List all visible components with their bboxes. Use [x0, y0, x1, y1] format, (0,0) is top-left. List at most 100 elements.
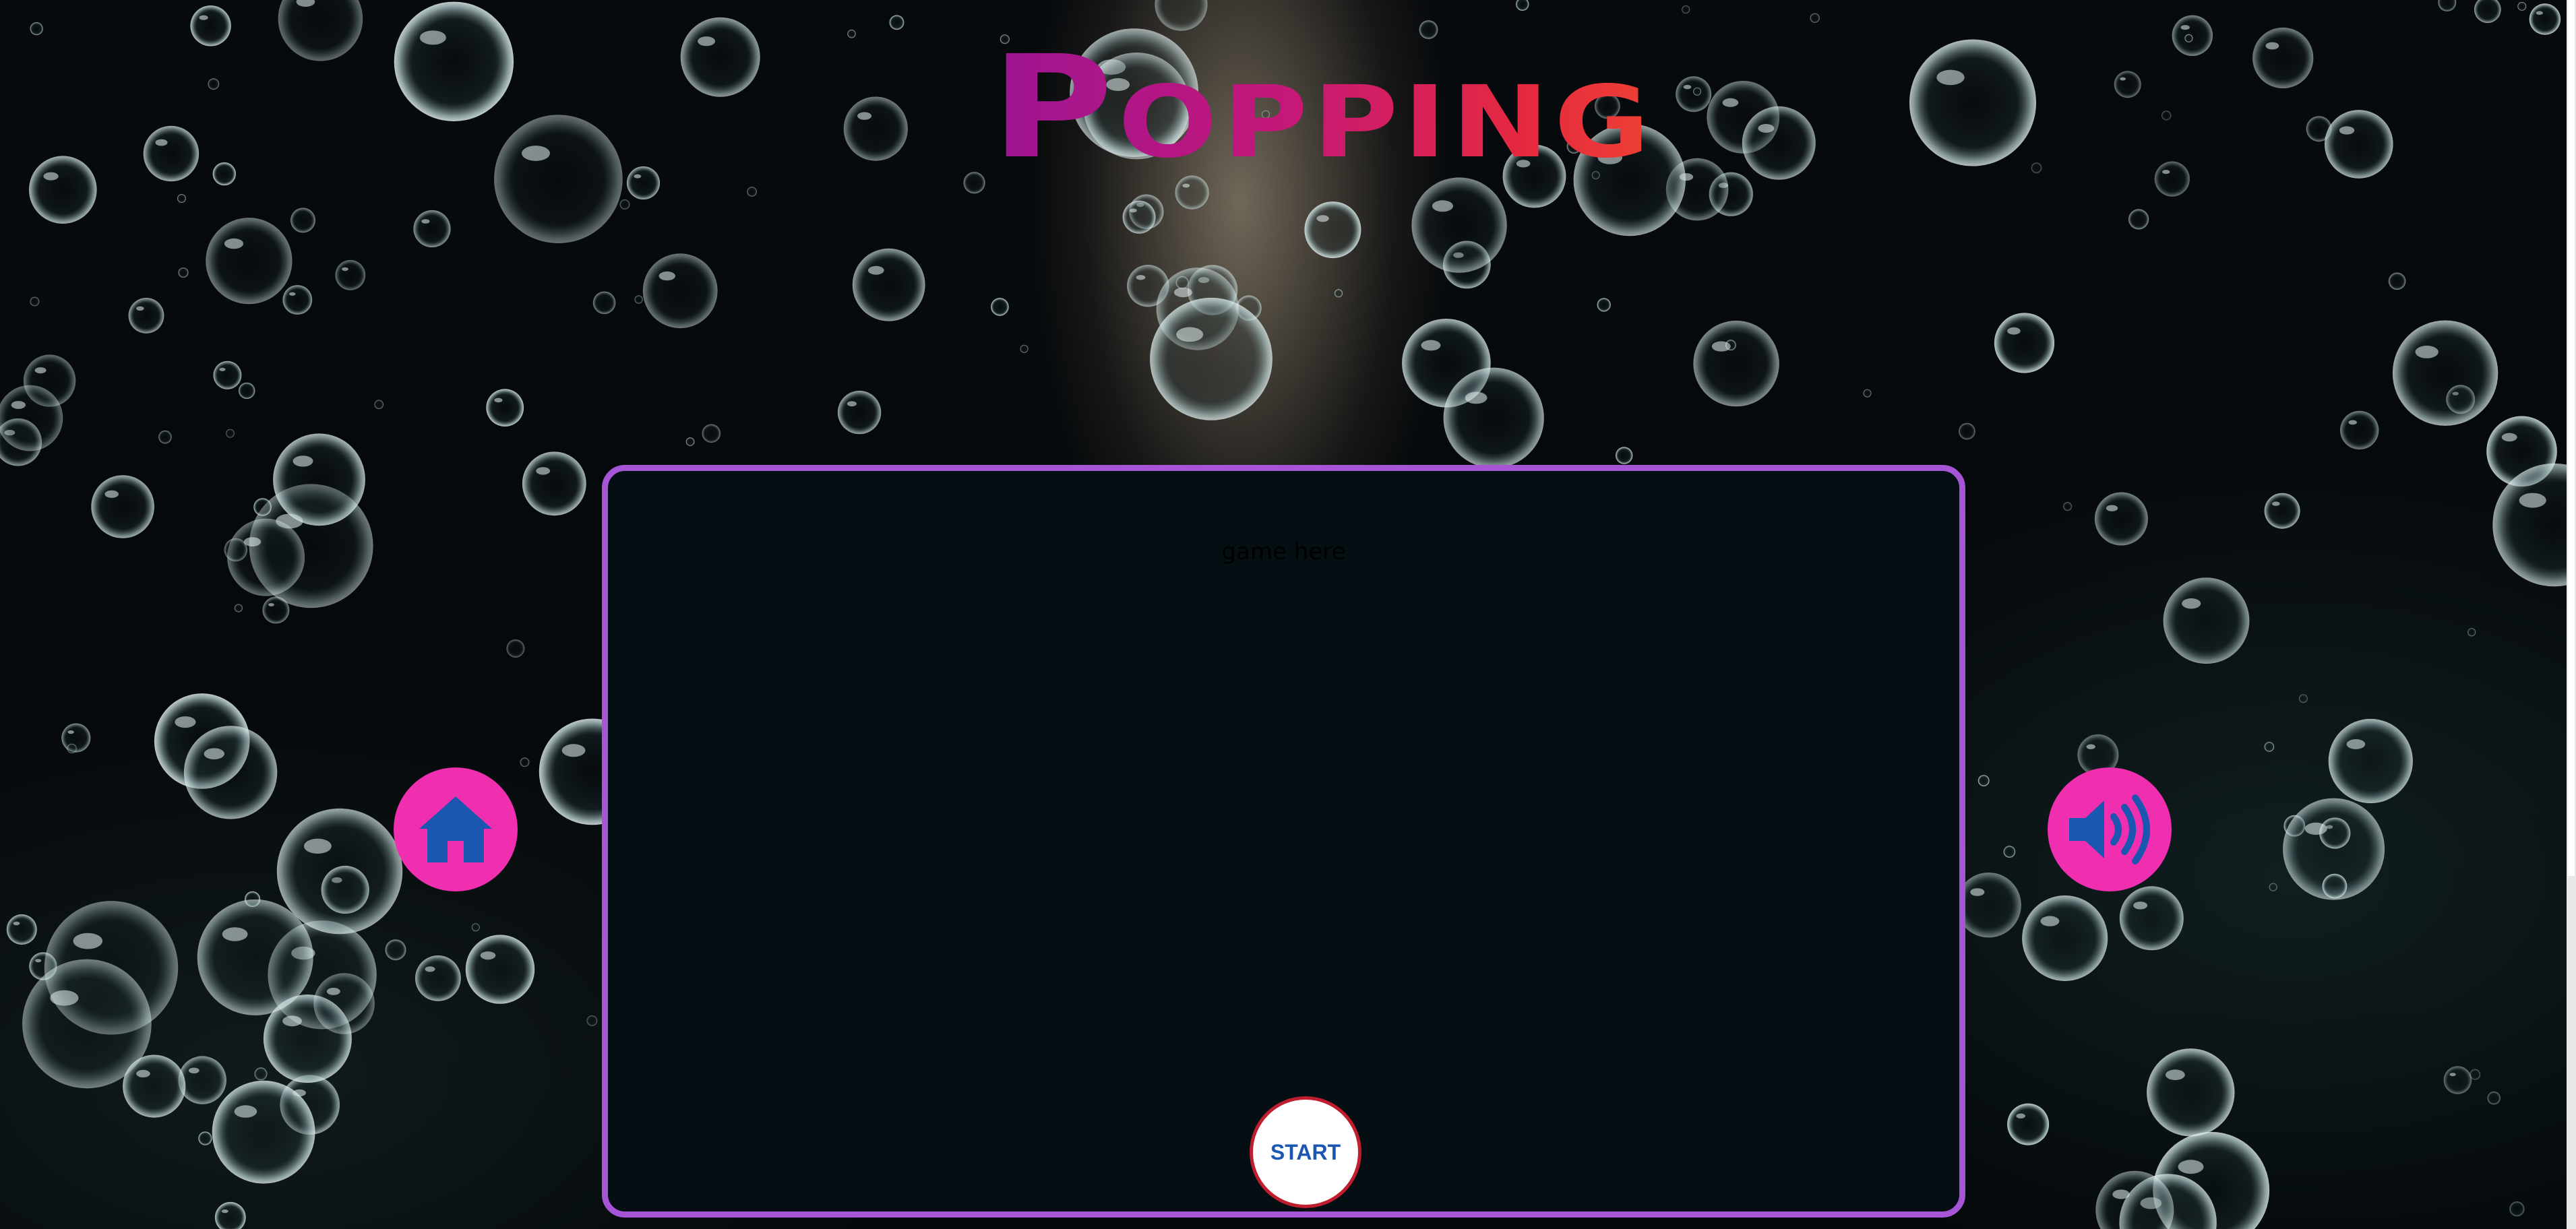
bubble: [2392, 320, 2498, 426]
bubble: [702, 424, 721, 443]
game-title: Popping: [991, 37, 1707, 179]
bubble: [278, 0, 363, 61]
bubble-highlight: [2501, 433, 2517, 442]
bubble-highlight: [199, 15, 208, 20]
bubble: [2161, 111, 2172, 121]
bubble: [226, 429, 235, 438]
bubble: [1742, 106, 1816, 180]
bubble: [224, 538, 248, 562]
bubble-highlight: [34, 367, 47, 374]
bubble: [198, 1131, 212, 1145]
home-button[interactable]: [394, 767, 518, 891]
bubble-highlight: [224, 238, 244, 249]
bubble-highlight: [2133, 902, 2148, 910]
bubble-highlight: [1758, 124, 1775, 133]
bubble-highlight: [421, 219, 430, 224]
bubble: [1863, 389, 1872, 398]
bubble-highlight: [857, 112, 872, 120]
bubble-highlight: [867, 265, 884, 275]
bubble: [212, 1080, 315, 1184]
bubble: [282, 285, 313, 315]
bubble: [2388, 272, 2406, 290]
bubble: [158, 430, 172, 444]
bubble: [2487, 1092, 2501, 1105]
scrollbar-thumb[interactable]: [2568, 0, 2575, 876]
bubble: [494, 115, 623, 243]
bubble: [1810, 13, 1820, 23]
bubble: [2264, 493, 2300, 529]
start-button[interactable]: START: [1250, 1096, 1361, 1208]
bubble-highlight: [2265, 42, 2279, 50]
bubble: [2128, 209, 2149, 230]
bubble: [234, 604, 243, 612]
sound-button[interactable]: [2048, 767, 2172, 891]
bubble-highlight: [2162, 170, 2170, 175]
bubble: [197, 899, 313, 1015]
bubble: [2509, 1201, 2525, 1217]
game-page: Popping game here START: [0, 0, 2576, 1229]
bubble-highlight: [222, 927, 248, 941]
bubble: [1516, 0, 1529, 11]
bubble-highlight: [480, 951, 496, 960]
bubble: [254, 1067, 268, 1081]
bubble-highlight: [104, 490, 119, 498]
bubble: [262, 596, 290, 624]
bubble: [471, 923, 480, 932]
bubble-highlight: [2415, 346, 2439, 358]
bubble: [2003, 846, 2016, 858]
bubble: [2299, 694, 2308, 703]
bubble-highlight: [561, 744, 586, 757]
bubble-highlight: [658, 271, 675, 281]
bubble-highlight: [243, 537, 262, 546]
bubble: [852, 248, 925, 321]
bubble: [2163, 577, 2250, 664]
bubble: [619, 199, 630, 210]
bubble: [30, 22, 43, 36]
bubble-highlight: [2166, 1069, 2185, 1080]
bubble-highlight: [2016, 1113, 2025, 1118]
bubble-highlight: [2182, 598, 2201, 609]
bubble-highlight: [536, 467, 551, 475]
bubble: [374, 400, 384, 410]
bubble: [1175, 276, 1189, 290]
bubble: [747, 187, 757, 197]
bubble-highlight: [419, 30, 446, 45]
bubble-highlight: [221, 1209, 228, 1214]
bubble: [2114, 71, 2141, 98]
bubble: [30, 296, 40, 307]
bubble: [212, 162, 236, 186]
page-scrollbar[interactable]: [2567, 0, 2576, 1229]
bubble-highlight: [188, 1067, 200, 1074]
bubble-highlight: [1722, 98, 1739, 107]
bubble: [2264, 742, 2275, 752]
bubble: [2007, 1103, 2050, 1145]
bubble: [208, 78, 220, 90]
bubble: [2340, 410, 2379, 450]
bubble: [2438, 0, 2457, 11]
bubble: [592, 291, 616, 315]
bubble-highlight: [2007, 327, 2021, 335]
bubble: [239, 382, 255, 400]
bubble: [626, 166, 661, 200]
bubble: [2517, 1, 2527, 11]
bubble-highlight: [2180, 25, 2190, 30]
bubble: [313, 973, 375, 1034]
bubble: [2325, 110, 2393, 179]
bubble: [1977, 775, 1990, 786]
bubble: [394, 1, 514, 121]
bubble: [2252, 27, 2314, 89]
bubble-highlight: [1465, 391, 1488, 404]
bubble-highlight: [155, 139, 168, 146]
bubble-highlight: [2449, 1073, 2456, 1077]
bubble: [183, 726, 278, 819]
bubble-highlight: [2346, 739, 2366, 749]
bubble: [1020, 344, 1029, 353]
bubble: [847, 30, 856, 38]
bubble-highlight: [2106, 505, 2118, 511]
bubble: [991, 298, 1009, 316]
bubble: [2147, 1048, 2235, 1137]
bubble-highlight: [234, 1105, 257, 1118]
bubble: [91, 475, 154, 538]
game-placeholder-text: game here: [1221, 538, 1346, 565]
bubble-highlight: [494, 398, 503, 403]
